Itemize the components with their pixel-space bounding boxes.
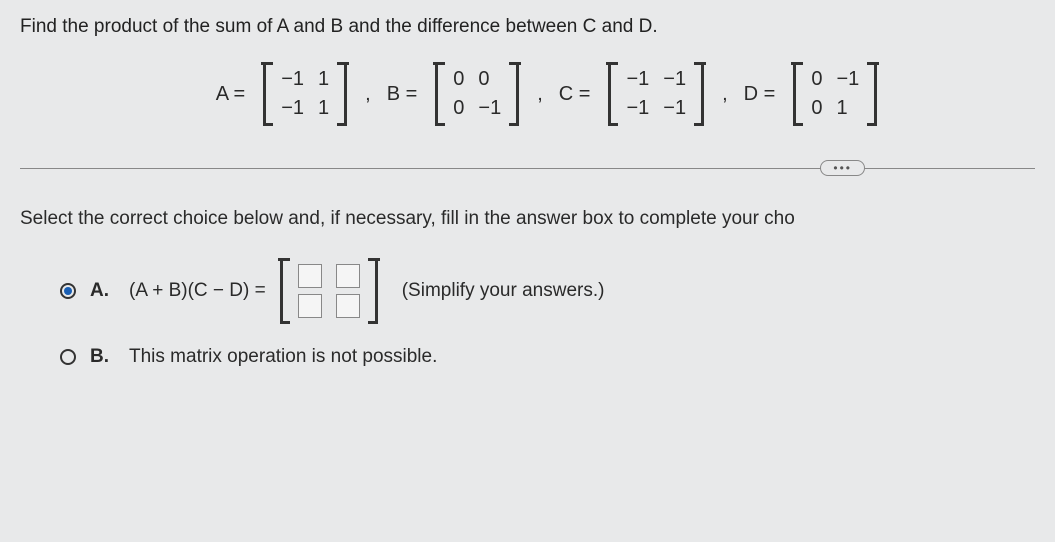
matrix-b: 0 0 0 −1 — [433, 62, 521, 126]
question-text: Find the product of the sum of A and B a… — [20, 16, 1035, 38]
matrix-cell: 1 — [318, 68, 329, 91]
instruction-text: Select the correct choice below and, if … — [20, 208, 1035, 230]
matrix-cell: −1 — [478, 97, 501, 120]
answer-cell-input[interactable] — [336, 294, 360, 318]
matrix-cell: 0 — [811, 97, 822, 120]
radio-b[interactable] — [60, 349, 76, 365]
answer-cell-input[interactable] — [336, 264, 360, 288]
divider-line — [20, 168, 1035, 169]
section-divider: ••• — [20, 156, 1035, 180]
matrix-cell: 0 — [453, 68, 464, 91]
separator: , — [722, 83, 728, 106]
matrix-cell: 0 — [811, 68, 822, 91]
choice-b[interactable]: B. This matrix operation is not possible… — [60, 346, 1035, 368]
matrix-cell: 1 — [318, 97, 329, 120]
matrix-c-label: C = — [559, 83, 591, 106]
matrix-a-label: A = — [216, 83, 245, 106]
matrix-cell: −1 — [281, 68, 304, 91]
matrix-d-label: D = — [744, 83, 776, 106]
matrix-cell: −1 — [626, 68, 649, 91]
matrix-cell: −1 — [663, 68, 686, 91]
matrix-cell: −1 — [663, 97, 686, 120]
matrix-cell: −1 — [626, 97, 649, 120]
answer-cell-input[interactable] — [298, 264, 322, 288]
matrix-cell: 0 — [478, 68, 501, 91]
matrix-cell: −1 — [281, 97, 304, 120]
matrix-cell: −1 — [836, 68, 859, 91]
answer-matrix — [278, 258, 380, 324]
choice-a[interactable]: A. (A + B)(C − D) = (Simplify your answe… — [60, 258, 1035, 324]
choice-b-text: This matrix operation is not possible. — [129, 346, 437, 368]
matrix-b-label: B = — [387, 83, 418, 106]
separator: , — [365, 83, 371, 106]
matrix-cell: 1 — [836, 97, 859, 120]
choice-a-expression: (A + B)(C − D) = — [129, 280, 266, 302]
radio-a[interactable] — [60, 283, 76, 299]
answer-cell-input[interactable] — [298, 294, 322, 318]
choice-a-letter: A. — [90, 280, 109, 302]
matrix-d: 0 −1 0 1 — [791, 62, 879, 126]
matrix-definitions: A = −1 1 −1 1 , B = 0 0 0 −1 , C = −1 −1… — [60, 62, 1035, 126]
choice-a-hint: (Simplify your answers.) — [402, 280, 605, 302]
matrix-cell: 0 — [453, 97, 464, 120]
separator: , — [537, 83, 543, 106]
choice-b-letter: B. — [90, 346, 109, 368]
matrix-c: −1 −1 −1 −1 — [606, 62, 706, 126]
matrix-a: −1 1 −1 1 — [261, 62, 349, 126]
expand-button[interactable]: ••• — [820, 160, 865, 176]
